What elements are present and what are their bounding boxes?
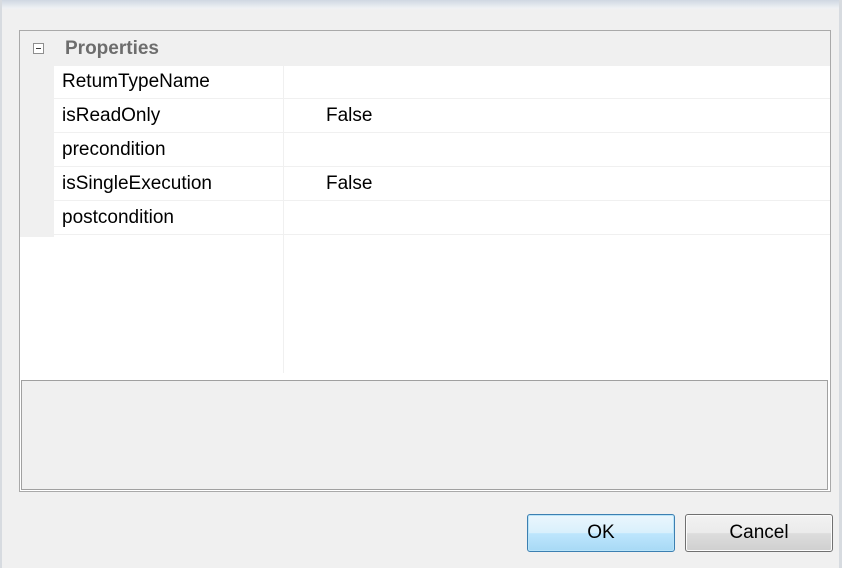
property-row-return-type-name[interactable]: RetumTypeName <box>54 65 830 99</box>
collapse-minus-icon[interactable] <box>33 43 44 54</box>
property-row-postcondition[interactable]: postcondition <box>54 201 830 235</box>
property-row-is-single-execution[interactable]: isSingleExecution False <box>54 167 830 201</box>
property-row-precondition[interactable]: precondition <box>54 133 830 167</box>
ok-button[interactable]: OK <box>527 514 675 552</box>
window-left-edge <box>0 0 2 568</box>
property-value[interactable]: False <box>326 173 372 195</box>
property-name: isSingleExecution <box>62 173 212 194</box>
property-name: precondition <box>62 139 166 160</box>
description-pane <box>21 380 828 490</box>
property-row-is-read-only[interactable]: isReadOnly False <box>54 99 830 133</box>
property-grid: Properties RetumTypeName isReadOnly Fals… <box>19 30 831 492</box>
property-list[interactable]: Properties RetumTypeName isReadOnly Fals… <box>20 31 830 373</box>
property-name: postcondition <box>62 207 174 228</box>
category-properties[interactable]: Properties <box>20 31 830 66</box>
category-label: Properties <box>65 38 159 59</box>
property-name: isReadOnly <box>62 105 161 126</box>
property-value[interactable]: False <box>326 105 372 127</box>
window-top-border <box>0 0 842 10</box>
property-name: RetumTypeName <box>62 71 210 92</box>
cancel-button[interactable]: Cancel <box>685 514 833 552</box>
cancel-button-label: Cancel <box>729 522 789 543</box>
column-splitter[interactable] <box>283 65 284 373</box>
ok-button-label: OK <box>587 522 615 543</box>
dialog-window: Properties RetumTypeName isReadOnly Fals… <box>0 0 842 568</box>
